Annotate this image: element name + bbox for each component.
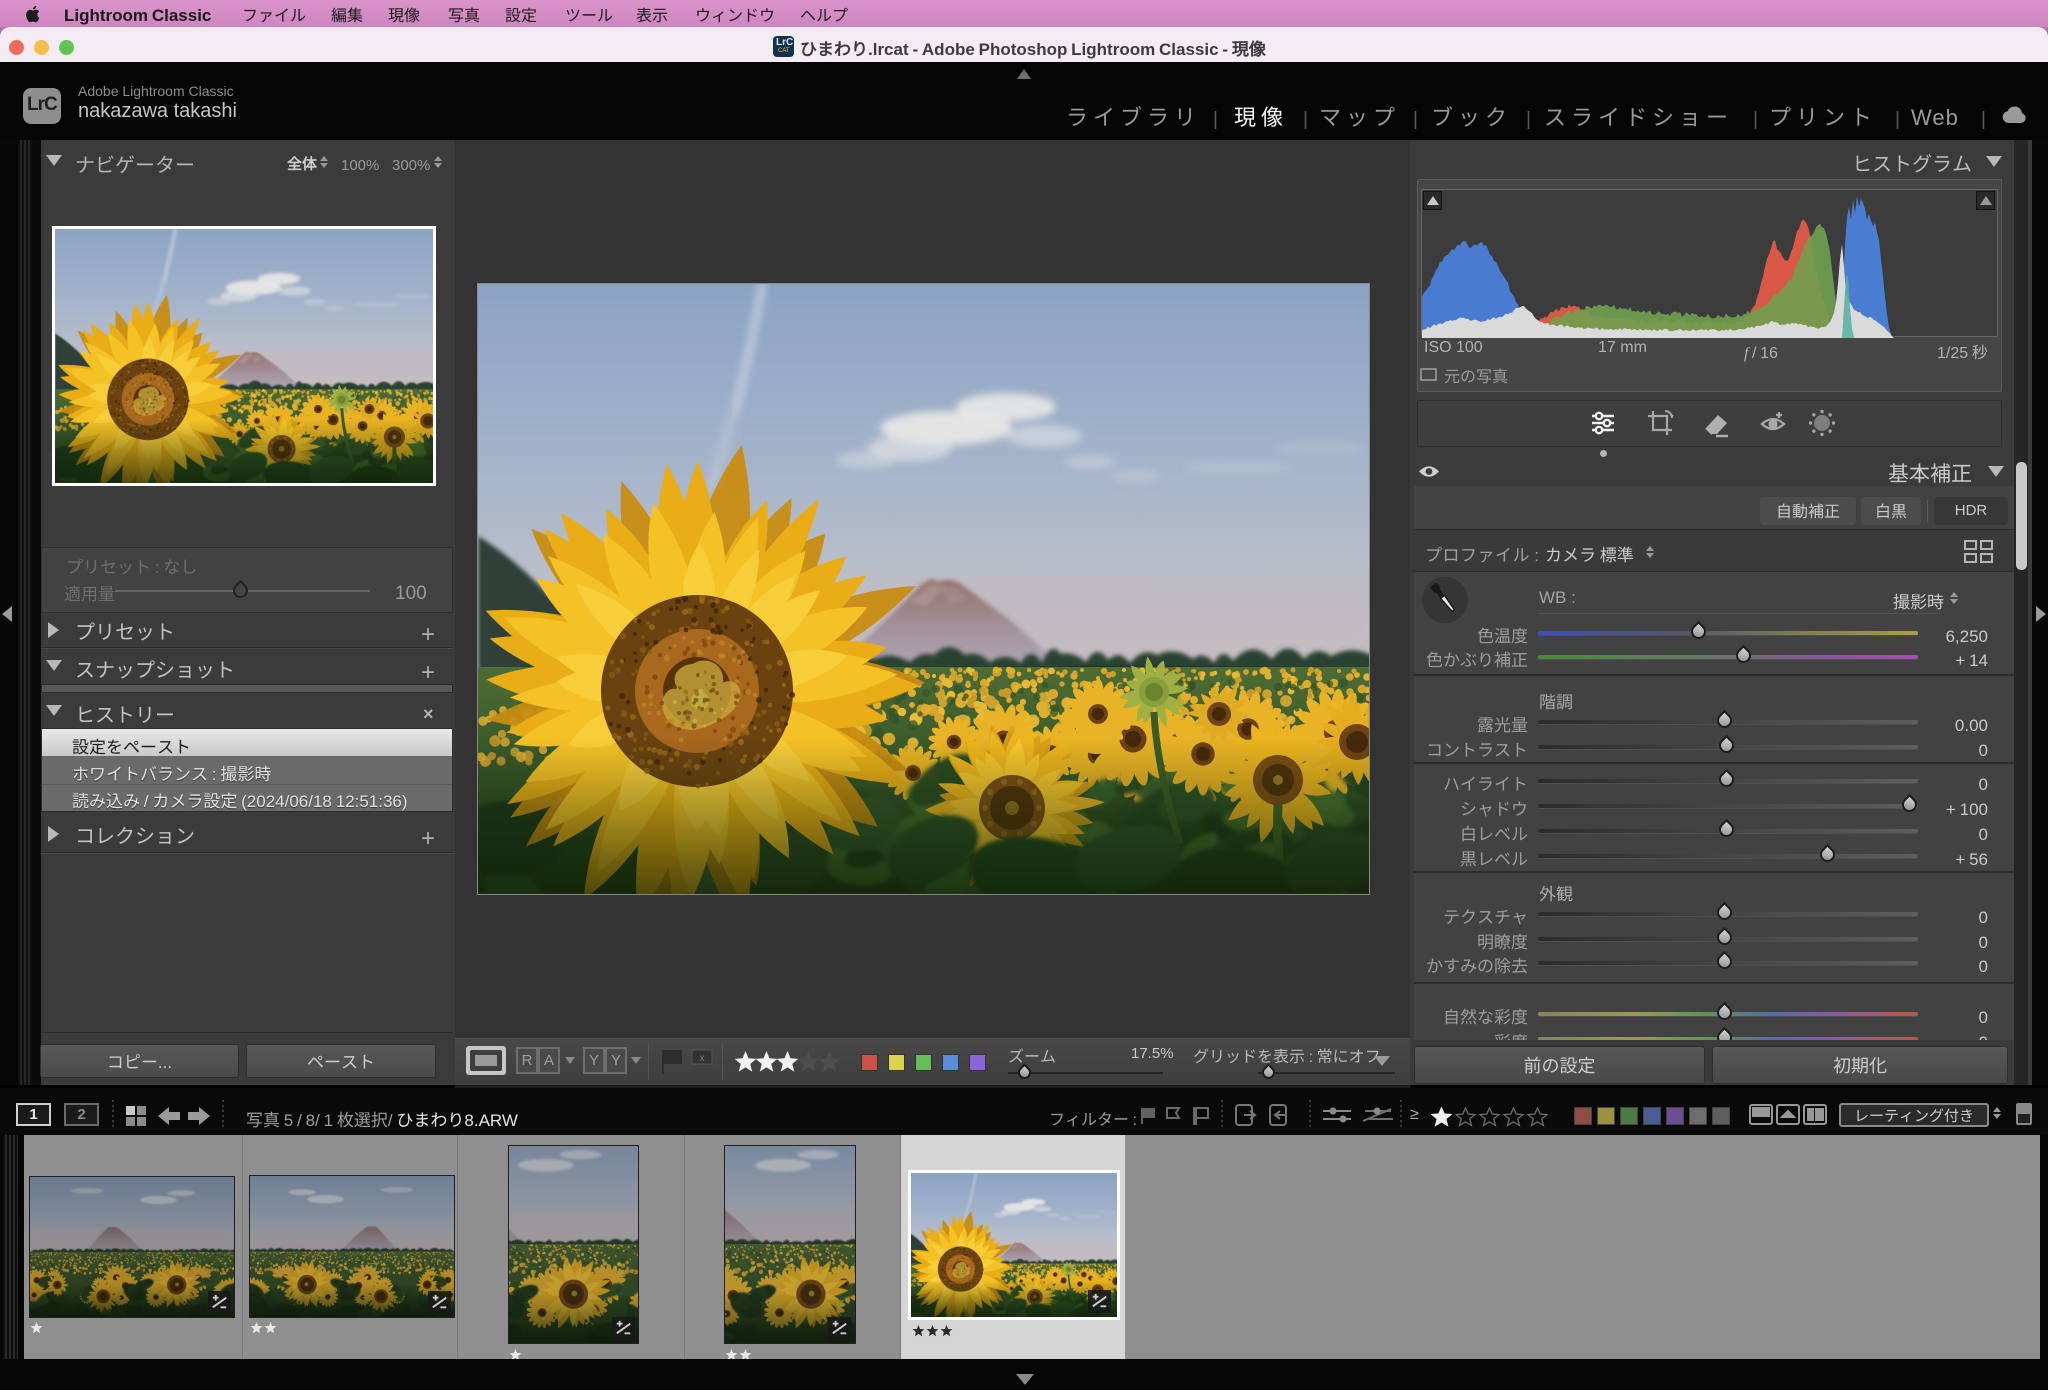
svg-text:x: x bbox=[700, 1049, 705, 1064]
